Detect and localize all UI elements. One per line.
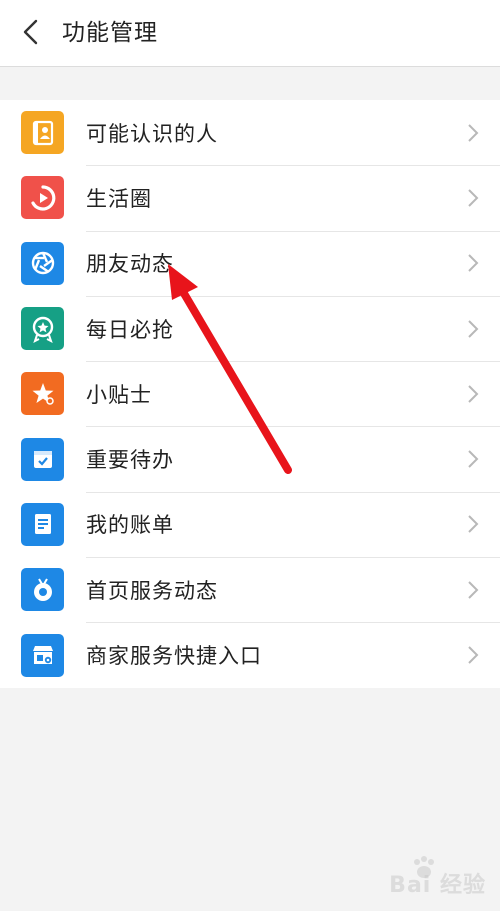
divider [86,295,500,297]
list-item-label: 首页服务动态 [86,578,218,603]
page-title: 功能管理 [62,20,158,46]
watermark: Bai 经验 [389,873,486,898]
life-circle-icon [21,176,64,220]
medal-icon [21,307,64,351]
chevron-right-icon [468,123,479,142]
shutter-icon [21,241,64,285]
list-item-important-todos[interactable]: 重要待办 [0,426,500,491]
list-item-label: 重要待办 [86,448,174,473]
list-item-life-circle[interactable]: 生活圈 [0,165,500,230]
chevron-right-icon [468,581,479,599]
chevron-right-icon [468,646,479,664]
list-item-label: 我的账单 [86,513,174,538]
back-button[interactable] [12,14,48,50]
chevron-right-icon [468,385,479,403]
list-item-label: 朋友动态 [86,252,174,277]
list-item-label: 生活圈 [86,186,152,211]
tv-ring-icon [21,568,64,612]
contacts-book-icon [21,111,64,155]
list-item-label: 小贴士 [86,382,152,407]
divider [86,557,500,559]
feature-list: 可能认识的人 生活圈 朋友动态 每日必抢 小贴士 重要待办 我的账单 首页服务动… [0,100,500,688]
list-item-label: 商家服务快捷入口 [86,644,262,669]
chevron-right-icon [468,189,479,207]
chevron-right-icon [468,515,479,534]
list-item-tips[interactable]: 小贴士 [0,361,500,426]
divider [86,426,500,428]
list-item-my-bills[interactable]: 我的账单 [0,491,500,557]
divider [86,230,500,232]
list-item-label: 每日必抢 [86,317,174,342]
star-tip-icon [21,372,64,416]
chevron-right-icon [468,319,479,338]
shop-icon [21,633,64,677]
screen: 功能管理 可能认识的人 生活圈 朋友动态 每日必抢 小贴士 重要待办 我的账单 … [0,0,500,911]
chevron-right-icon [468,254,479,272]
calendar-check-icon [21,437,64,481]
list-item-merchant-shortcuts[interactable]: 商家服务快捷入口 [0,622,500,687]
chevron-right-icon [468,450,479,468]
list-item-friend-updates[interactable]: 朋友动态 [0,230,500,296]
divider [86,165,500,167]
top-bar: 功能管理 [0,0,500,67]
list-item-possible-contacts[interactable]: 可能认识的人 [0,100,500,165]
list-item-home-service-updates[interactable]: 首页服务动态 [0,557,500,622]
bill-icon [21,502,64,546]
divider [86,491,500,493]
back-arrow-icon [23,19,38,45]
list-item-label: 可能认识的人 [86,121,218,146]
list-item-daily-deals[interactable]: 每日必抢 [0,295,500,361]
divider [86,361,500,363]
divider [86,622,500,624]
